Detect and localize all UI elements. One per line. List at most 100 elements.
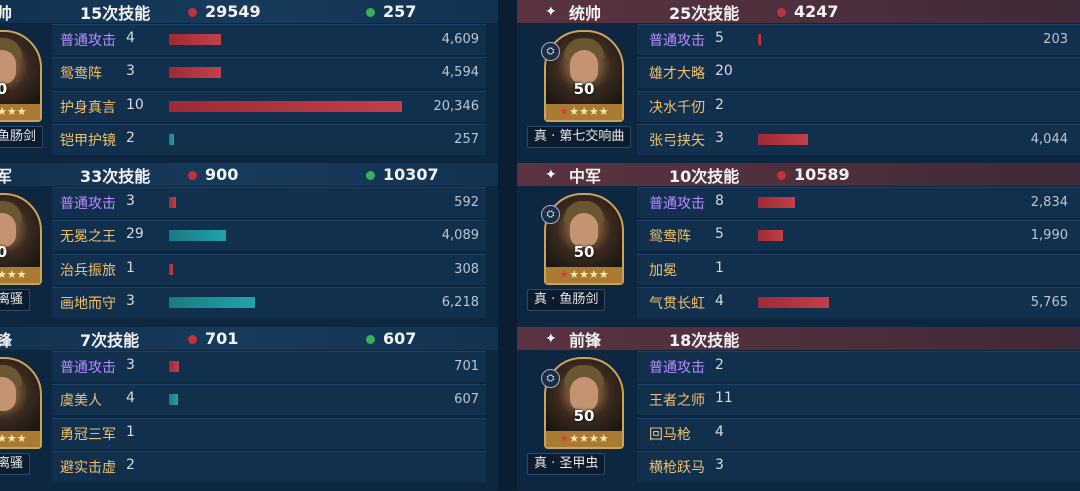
skill-name: 治兵振旅 bbox=[60, 263, 116, 279]
skill-count: 7次技能 bbox=[80, 330, 140, 350]
red-dot-icon bbox=[188, 8, 197, 17]
skill-damage-value: 607 bbox=[454, 392, 479, 407]
skill-row[interactable]: 普通攻击 4 4,609 bbox=[52, 24, 486, 55]
damage-bar bbox=[758, 134, 808, 145]
skill-count: 15次技能 bbox=[80, 3, 151, 23]
equipment-label[interactable]: 鱼肠剑 bbox=[0, 126, 44, 148]
skill-row[interactable]: 王者之师 11 bbox=[637, 384, 1080, 415]
skill-row[interactable]: 普通攻击 8 2,834 bbox=[637, 187, 1080, 218]
damage-total-value: 4247 bbox=[794, 2, 839, 21]
hero-portrait[interactable]: 0 ★★★★★ bbox=[0, 193, 42, 285]
skill-row[interactable]: 无冕之王 29 4,089 bbox=[52, 220, 486, 251]
equipment-label[interactable]: 真 · 第七交响曲 bbox=[527, 126, 632, 148]
section-header: ✦ 中军 10次技能 10589 bbox=[517, 163, 1080, 186]
skill-damage-value: 701 bbox=[454, 359, 479, 374]
battle-section-left-1: 军 33次技能 900 10307 0 ★★★★★ 离骚 普通攻击 3 592 无冕之王 29 4,08… bbox=[0, 163, 498, 327]
role-title: 统帅 bbox=[569, 3, 602, 23]
skill-name: 画地而守 bbox=[60, 296, 116, 312]
skill-damage-value: 4,044 bbox=[1030, 132, 1068, 147]
skill-row[interactable]: 勇冠三军 1 bbox=[52, 418, 486, 449]
skill-name: 加冕 bbox=[649, 263, 677, 279]
skill-row[interactable]: 加冕 1 bbox=[637, 254, 1080, 285]
skill-damage-value: 4,594 bbox=[441, 65, 479, 80]
skill-damage-value: 308 bbox=[454, 262, 479, 277]
skill-cast-count: 1 bbox=[126, 424, 135, 440]
skill-name: 普通攻击 bbox=[60, 196, 116, 212]
damage-bar bbox=[169, 197, 176, 208]
commander-badge-icon: ⛭ bbox=[541, 369, 560, 388]
skill-row[interactable]: 气贯长虹 4 5,765 bbox=[637, 287, 1080, 318]
skill-name: 鸳鸯阵 bbox=[60, 66, 102, 82]
skill-row[interactable]: 鸳鸯阵 3 4,594 bbox=[52, 57, 486, 88]
green-dot-icon bbox=[366, 335, 375, 344]
hero-face bbox=[570, 50, 598, 84]
hero-portrait[interactable]: 0 ★★★★★ bbox=[0, 30, 42, 122]
skill-cast-count: 20 bbox=[715, 63, 733, 79]
equipment-label[interactable]: 真 · 圣甲虫 bbox=[527, 453, 606, 475]
role-title: 锋 bbox=[0, 330, 13, 350]
commander-badge-icon: ⛭ bbox=[541, 42, 560, 61]
skill-count: 33次技能 bbox=[80, 166, 151, 186]
equipment-label[interactable]: 离骚 bbox=[0, 453, 31, 475]
skill-row[interactable]: 回马枪 4 bbox=[637, 418, 1080, 449]
skill-row[interactable]: 避实击虚 2 bbox=[52, 451, 486, 482]
skill-cast-count: 3 bbox=[126, 357, 135, 373]
skill-cast-count: 2 bbox=[715, 97, 724, 113]
section-header: ✦ 前锋 18次技能 bbox=[517, 327, 1080, 350]
role-title: 前锋 bbox=[569, 330, 602, 350]
skill-cast-count: 3 bbox=[126, 193, 135, 209]
damage-bar bbox=[169, 34, 221, 45]
skill-row[interactable]: 铠甲护镜 2 257 bbox=[52, 124, 486, 155]
skill-row[interactable]: 张弓挟矢 3 4,044 bbox=[637, 124, 1080, 155]
skill-row[interactable]: 护身真言 10 20,346 bbox=[52, 91, 486, 122]
skill-damage-value: 4,089 bbox=[441, 228, 479, 243]
skill-name: 虞美人 bbox=[60, 393, 102, 409]
skill-cast-count: 3 bbox=[126, 63, 135, 79]
right-battle-panel: ✦ 统帅 25次技能 4247 50 ★★★★★ ⛭ 真 · 第七交响曲 普通攻击 5 203 雄才大… bbox=[517, 0, 1080, 490]
damage-bar bbox=[169, 394, 178, 405]
hero-level: 0 bbox=[0, 80, 40, 98]
skill-name: 张弓挟矢 bbox=[649, 133, 705, 149]
skill-row[interactable]: 普通攻击 2 bbox=[637, 351, 1080, 382]
skill-row[interactable]: 雄才大略 20 bbox=[637, 57, 1080, 88]
damage-bar bbox=[758, 34, 761, 45]
skill-row[interactable]: 虞美人 4 607 bbox=[52, 384, 486, 415]
skill-row[interactable]: 普通攻击 3 592 bbox=[52, 187, 486, 218]
skill-cast-count: 10 bbox=[126, 97, 144, 113]
skill-row[interactable]: 普通攻击 3 701 bbox=[52, 351, 486, 382]
role-title: 帅 bbox=[0, 3, 13, 23]
damage-bar bbox=[169, 297, 255, 308]
damage-bar bbox=[169, 264, 173, 275]
damage-bar bbox=[169, 230, 226, 241]
damage-bar bbox=[169, 361, 179, 372]
hero-face bbox=[570, 213, 598, 247]
skill-count: 10次技能 bbox=[669, 166, 740, 186]
skill-name: 气贯长虹 bbox=[649, 296, 705, 312]
skill-name: 王者之师 bbox=[649, 393, 705, 409]
four-point-star-icon: ✦ bbox=[545, 3, 557, 20]
hero-level: 50 bbox=[573, 80, 595, 98]
skill-row[interactable]: 普通攻击 5 203 bbox=[637, 24, 1080, 55]
battle-section-right-1: ✦ 中军 10次技能 10589 50 ★★★★★ ⛭ 真 · 鱼肠剑 普通攻击 8 2,834 鸳鸯… bbox=[517, 163, 1080, 327]
skill-damage-value: 2,834 bbox=[1030, 195, 1068, 210]
hero-portrait[interactable]: ★★★★★ bbox=[0, 357, 42, 449]
skill-row[interactable]: 治兵振旅 1 308 bbox=[52, 254, 486, 285]
skill-name: 铠甲护镜 bbox=[60, 133, 116, 149]
equipment-label[interactable]: 真 · 鱼肠剑 bbox=[527, 289, 606, 311]
skill-damage-value: 4,609 bbox=[441, 32, 479, 47]
heal-total: 10307 bbox=[366, 165, 439, 184]
equipment-label[interactable]: 离骚 bbox=[0, 289, 31, 311]
hero-level: 50 bbox=[573, 243, 595, 261]
skill-row[interactable]: 鸳鸯阵 5 1,990 bbox=[637, 220, 1080, 251]
skill-row[interactable]: 横枪跃马 3 bbox=[637, 451, 1080, 482]
damage-total: 10589 bbox=[777, 165, 850, 184]
skill-damage-value: 20,346 bbox=[433, 99, 480, 114]
skill-row[interactable]: 画地而守 3 6,218 bbox=[52, 287, 486, 318]
role-title: 军 bbox=[0, 166, 13, 186]
skill-name: 普通攻击 bbox=[649, 196, 705, 212]
red-dot-icon bbox=[188, 335, 197, 344]
heal-total: 607 bbox=[366, 329, 416, 348]
skill-row[interactable]: 决水千仞 2 bbox=[637, 91, 1080, 122]
damage-total: 900 bbox=[188, 165, 238, 184]
skill-cast-count: 2 bbox=[715, 357, 724, 373]
